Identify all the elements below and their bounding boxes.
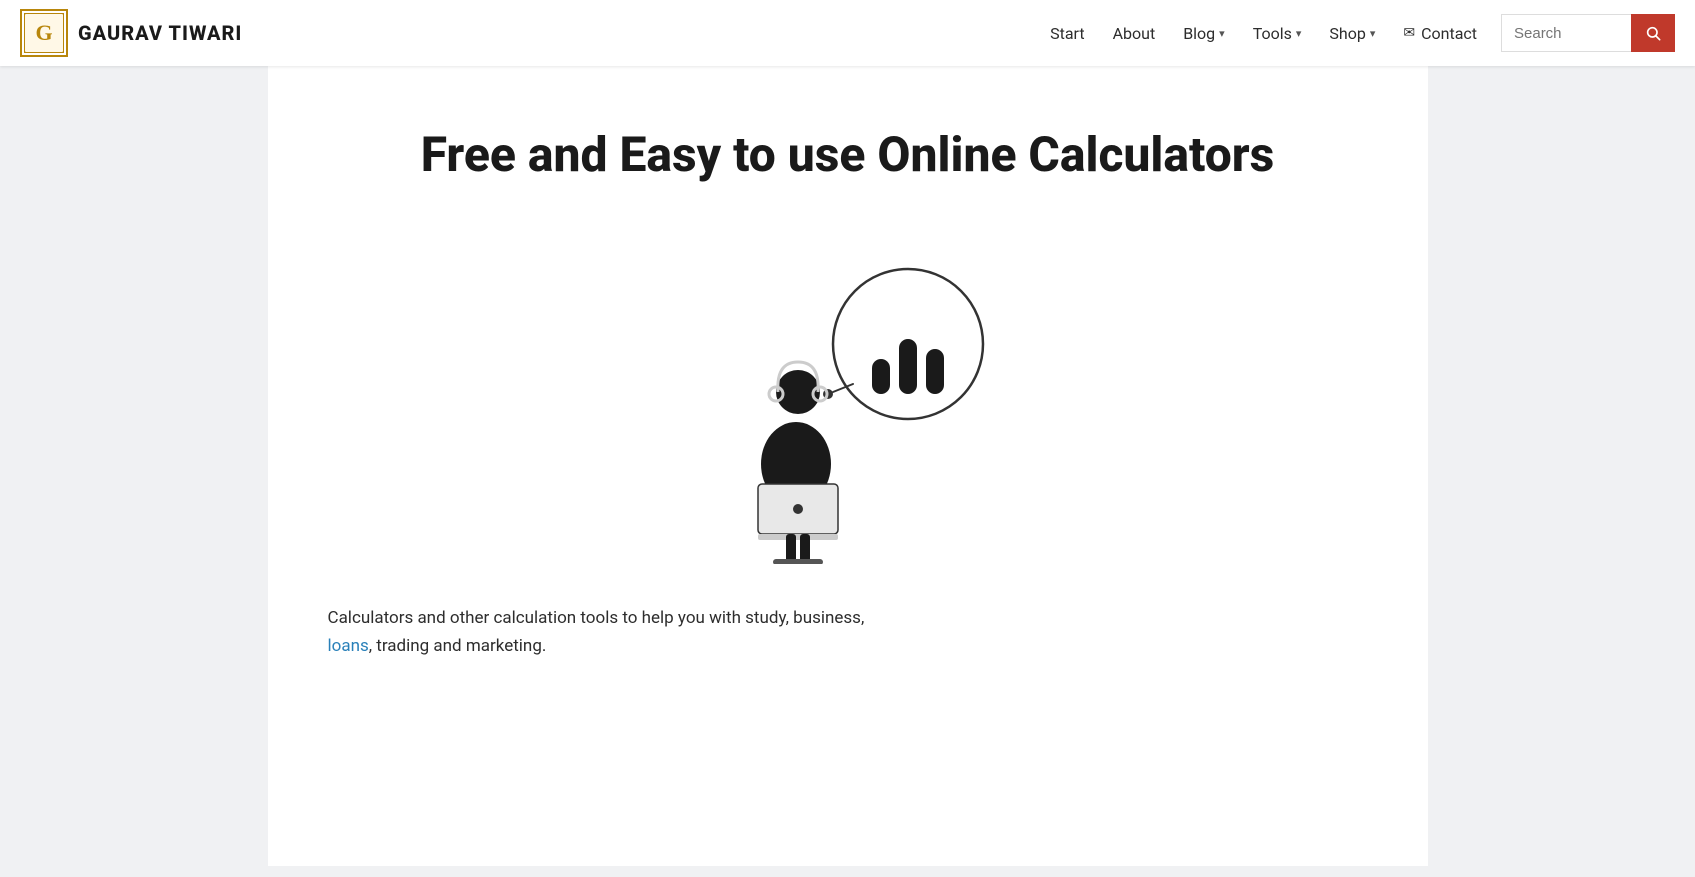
site-title: GAURAV TIWARI [78, 21, 242, 45]
search-icon [1645, 25, 1661, 41]
search-wrapper [1501, 14, 1675, 52]
blog-chevron-icon: ▾ [1219, 27, 1225, 40]
loans-link[interactable]: loans [328, 636, 369, 656]
nav-start[interactable]: Start [1038, 16, 1096, 51]
logo-icon: G [20, 9, 68, 57]
nav-tools[interactable]: Tools ▾ [1241, 16, 1314, 51]
description-text: Calculators and other calculation tools … [308, 604, 885, 662]
content-card: Free and Easy to use Online Calculators [268, 66, 1428, 866]
nav-about[interactable]: About [1101, 16, 1168, 51]
description-part1: Calculators and other calculation tools … [328, 608, 865, 628]
shop-chevron-icon: ▾ [1370, 27, 1376, 40]
logo-link[interactable]: G GAURAV TIWARI [20, 9, 242, 57]
nav-contact[interactable]: ✉ Contact [1391, 16, 1489, 51]
description-part3: , trading and marketing. [369, 636, 547, 656]
nav-blog[interactable]: Blog ▾ [1171, 16, 1237, 51]
envelope-icon: ✉ [1403, 25, 1415, 41]
page-title: Free and Easy to use Online Calculators [421, 126, 1275, 184]
calculator-illustration [678, 244, 1018, 564]
search-input[interactable] [1501, 14, 1631, 52]
main-nav: Start About Blog ▾ Tools ▾ Shop ▾ ✉ Cont… [1038, 14, 1675, 52]
svg-text:G: G [35, 20, 52, 45]
nav-shop[interactable]: Shop ▾ [1317, 16, 1387, 51]
site-header: G GAURAV TIWARI Start About Blog ▾ Tools… [0, 0, 1695, 66]
tools-chevron-icon: ▾ [1296, 27, 1302, 40]
search-button[interactable] [1631, 14, 1675, 52]
page-wrapper: Free and Easy to use Online Calculators [148, 66, 1548, 866]
